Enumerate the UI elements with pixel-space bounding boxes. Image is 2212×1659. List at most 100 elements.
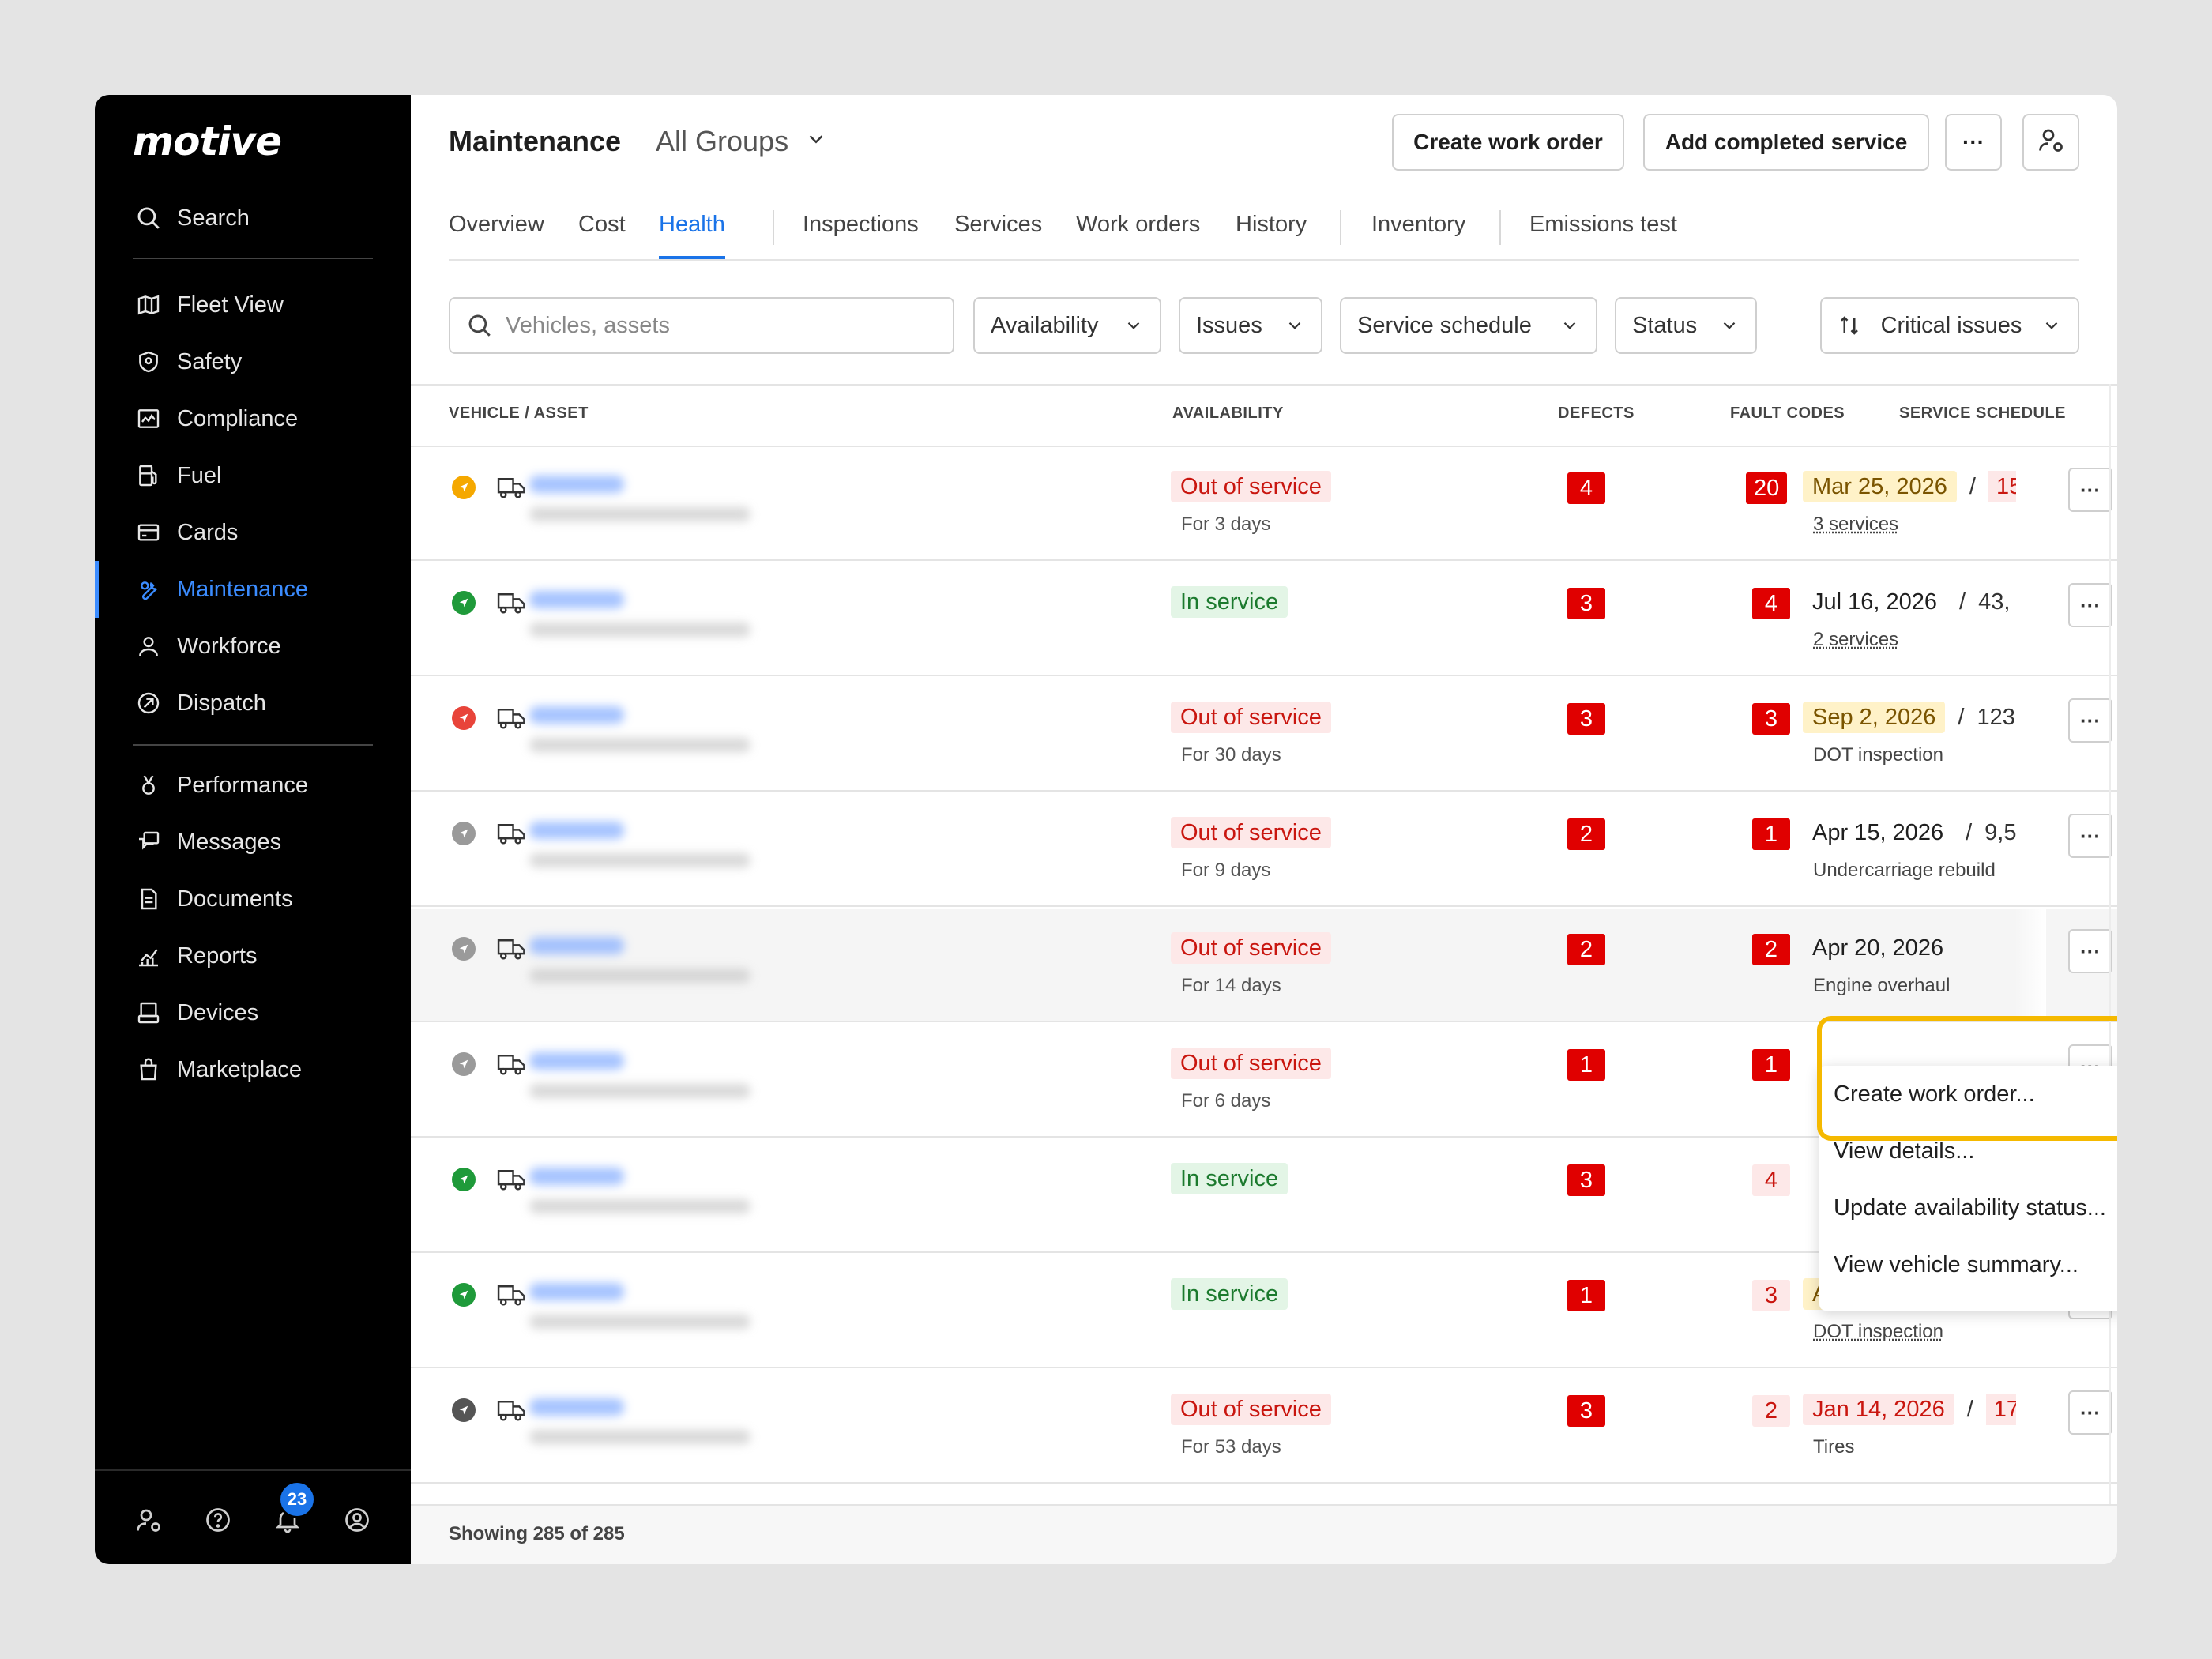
fault-codes-count[interactable]: 2 bbox=[1752, 934, 1790, 965]
add-completed-service-button[interactable]: Add completed service bbox=[1643, 114, 1929, 171]
row-more-button[interactable]: ··· bbox=[2068, 814, 2112, 858]
column-header-vehicle[interactable]: VEHICLE / ASSET bbox=[449, 404, 589, 423]
table-row[interactable]: Out of service For 14 days 2 2 Apr 20, 2026 E… bbox=[411, 908, 2117, 1022]
row-more-button[interactable]: ··· bbox=[2068, 929, 2112, 973]
fault-codes-count[interactable]: 4 bbox=[1752, 588, 1790, 619]
header-more-button[interactable]: ··· bbox=[1945, 114, 2002, 171]
sidebar-item-performance[interactable]: Performance bbox=[133, 762, 401, 809]
menu-item-view-vehicle-summary[interactable]: View vehicle summary... bbox=[1834, 1252, 2078, 1278]
vehicle-name-redacted[interactable] bbox=[529, 822, 624, 839]
sort-dropdown[interactable]: Critical issues bbox=[1820, 297, 2079, 354]
defects-count[interactable]: 1 bbox=[1567, 1280, 1605, 1311]
row-more-button[interactable]: ··· bbox=[2068, 1390, 2112, 1435]
sidebar-divider bbox=[133, 258, 373, 259]
tab-inventory[interactable]: Inventory bbox=[1371, 212, 1465, 259]
table-row[interactable]: Out of service For 3 days 4 20 Mar 25, 2026 /… bbox=[411, 447, 2117, 561]
vehicle-name-redacted[interactable] bbox=[529, 1283, 624, 1300]
location-status-icon bbox=[452, 822, 476, 845]
sidebar-item-fuel[interactable]: Fuel bbox=[133, 452, 401, 499]
fault-codes-count[interactable]: 3 bbox=[1752, 1280, 1790, 1311]
defects-count[interactable]: 3 bbox=[1567, 1395, 1605, 1427]
defects-count[interactable]: 2 bbox=[1567, 818, 1605, 850]
vehicle-details-redacted bbox=[529, 1430, 750, 1444]
tab-work-orders[interactable]: Work orders bbox=[1076, 212, 1200, 259]
fault-codes-count[interactable]: 2 bbox=[1752, 1395, 1790, 1427]
table-row[interactable]: Out of service For 30 days 3 3 Sep 2, 2026 / 1… bbox=[411, 678, 2117, 792]
sidebar-item-safety[interactable]: Safety bbox=[133, 338, 401, 386]
vehicle-details-redacted bbox=[529, 738, 750, 752]
sidebar-item-messages[interactable]: Messages bbox=[133, 818, 401, 866]
account-icon[interactable] bbox=[340, 1503, 374, 1537]
sidebar-item-reports[interactable]: Reports bbox=[133, 932, 401, 980]
user-settings-icon[interactable] bbox=[131, 1503, 166, 1537]
sidebar-item-compliance[interactable]: Compliance bbox=[133, 395, 401, 442]
tab-emissions-test[interactable]: Emissions test bbox=[1529, 212, 1677, 259]
sidebar-item-cards[interactable]: Cards bbox=[133, 509, 401, 556]
vehicle-name-redacted[interactable] bbox=[529, 1052, 624, 1070]
sidebar-item-documents[interactable]: Documents bbox=[133, 875, 401, 923]
sidebar-search[interactable]: Search bbox=[133, 194, 401, 242]
table-row[interactable]: Out of service For 53 days 3 2 Jan 14, 2026 /… bbox=[411, 1370, 2117, 1484]
availability-badge: In service bbox=[1171, 1163, 1288, 1194]
fault-codes-count[interactable]: 4 bbox=[1752, 1164, 1790, 1196]
table-row[interactable]: In service 3 4 Jul 16, 2026 / 43, 2 services ··… bbox=[411, 562, 2117, 676]
defects-count[interactable]: 3 bbox=[1567, 1164, 1605, 1196]
status-filter[interactable]: Status bbox=[1615, 297, 1757, 354]
user-settings-button[interactable] bbox=[2022, 114, 2079, 171]
tab-health[interactable]: Health bbox=[659, 212, 725, 259]
column-header-defects[interactable]: DEFECTS bbox=[1558, 404, 1635, 423]
defects-count[interactable]: 2 bbox=[1567, 934, 1605, 965]
column-header-service-schedule[interactable]: SERVICE SCHEDULE bbox=[1899, 404, 2066, 423]
service-description[interactable]: 3 services bbox=[1813, 514, 1898, 536]
fault-codes-count[interactable]: 3 bbox=[1752, 703, 1790, 735]
availability-filter[interactable]: Availability bbox=[973, 297, 1161, 354]
row-more-button[interactable]: ··· bbox=[2068, 698, 2112, 743]
service-description[interactable]: 2 services bbox=[1813, 629, 1898, 651]
column-header-availability[interactable]: AVAILABILITY bbox=[1172, 404, 1284, 423]
vehicle-name-redacted[interactable] bbox=[529, 1398, 624, 1416]
group-selector[interactable]: All Groups bbox=[656, 125, 828, 158]
row-more-button[interactable]: ··· bbox=[2068, 468, 2112, 512]
fault-codes-count[interactable]: 1 bbox=[1752, 1049, 1790, 1081]
help-icon[interactable] bbox=[201, 1503, 235, 1537]
service-separator: / bbox=[1966, 819, 1973, 845]
column-header-fault-codes[interactable]: FAULT CODES bbox=[1730, 404, 1845, 423]
service-description[interactable]: DOT inspection bbox=[1813, 1321, 1943, 1343]
table-footer: Showing 285 of 285 bbox=[411, 1504, 2117, 1564]
sidebar-item-marketplace[interactable]: Marketplace bbox=[133, 1046, 401, 1093]
vehicle-name-redacted[interactable] bbox=[529, 706, 624, 724]
tab-history[interactable]: History bbox=[1236, 212, 1307, 259]
defects-count[interactable]: 3 bbox=[1567, 588, 1605, 619]
tab-divider bbox=[1340, 210, 1341, 245]
tab-overview[interactable]: Overview bbox=[449, 212, 544, 259]
defects-count[interactable]: 1 bbox=[1567, 1049, 1605, 1081]
row-more-button[interactable]: ··· bbox=[2068, 583, 2112, 627]
menu-item-update-availability[interactable]: Update availability status... bbox=[1834, 1195, 2106, 1221]
sidebar-item-dispatch[interactable]: Dispatch bbox=[133, 679, 401, 727]
availability-badge: Out of service bbox=[1171, 1048, 1331, 1079]
sidebar-item-fleet-view[interactable]: Fleet View bbox=[133, 281, 401, 329]
fault-codes-count[interactable]: 20 bbox=[1746, 472, 1788, 504]
fault-codes-count[interactable]: 1 bbox=[1752, 818, 1790, 850]
tab-services[interactable]: Services bbox=[954, 212, 1042, 259]
table-row[interactable]: Out of service For 9 days 2 1 Apr 15, 2026 / 9… bbox=[411, 793, 2117, 907]
tab-cost[interactable]: Cost bbox=[578, 212, 626, 259]
sidebar-item-devices[interactable]: Devices bbox=[133, 989, 401, 1036]
sidebar-item-workforce[interactable]: Workforce bbox=[133, 623, 401, 670]
defects-count[interactable]: 4 bbox=[1567, 472, 1605, 504]
search-input[interactable]: Vehicles, assets bbox=[449, 297, 954, 354]
vehicle-name-redacted[interactable] bbox=[529, 937, 624, 954]
truck-icon bbox=[496, 820, 528, 847]
vehicle-name-redacted[interactable] bbox=[529, 1168, 624, 1185]
vehicle-name-redacted[interactable] bbox=[529, 476, 624, 493]
sidebar-item-maintenance[interactable]: Maintenance bbox=[133, 566, 401, 613]
vehicle-name-redacted[interactable] bbox=[529, 591, 624, 608]
sidebar-item-label: Compliance bbox=[177, 405, 299, 431]
create-work-order-button[interactable]: Create work order bbox=[1392, 114, 1624, 171]
tab-inspections[interactable]: Inspections bbox=[803, 212, 919, 259]
issues-filter[interactable]: Issues bbox=[1179, 297, 1322, 354]
availability-duration: For 9 days bbox=[1181, 860, 1271, 881]
menu-item-view-details[interactable]: View details... bbox=[1834, 1138, 1974, 1164]
service-schedule-filter[interactable]: Service schedule bbox=[1340, 297, 1597, 354]
defects-count[interactable]: 3 bbox=[1567, 703, 1605, 735]
